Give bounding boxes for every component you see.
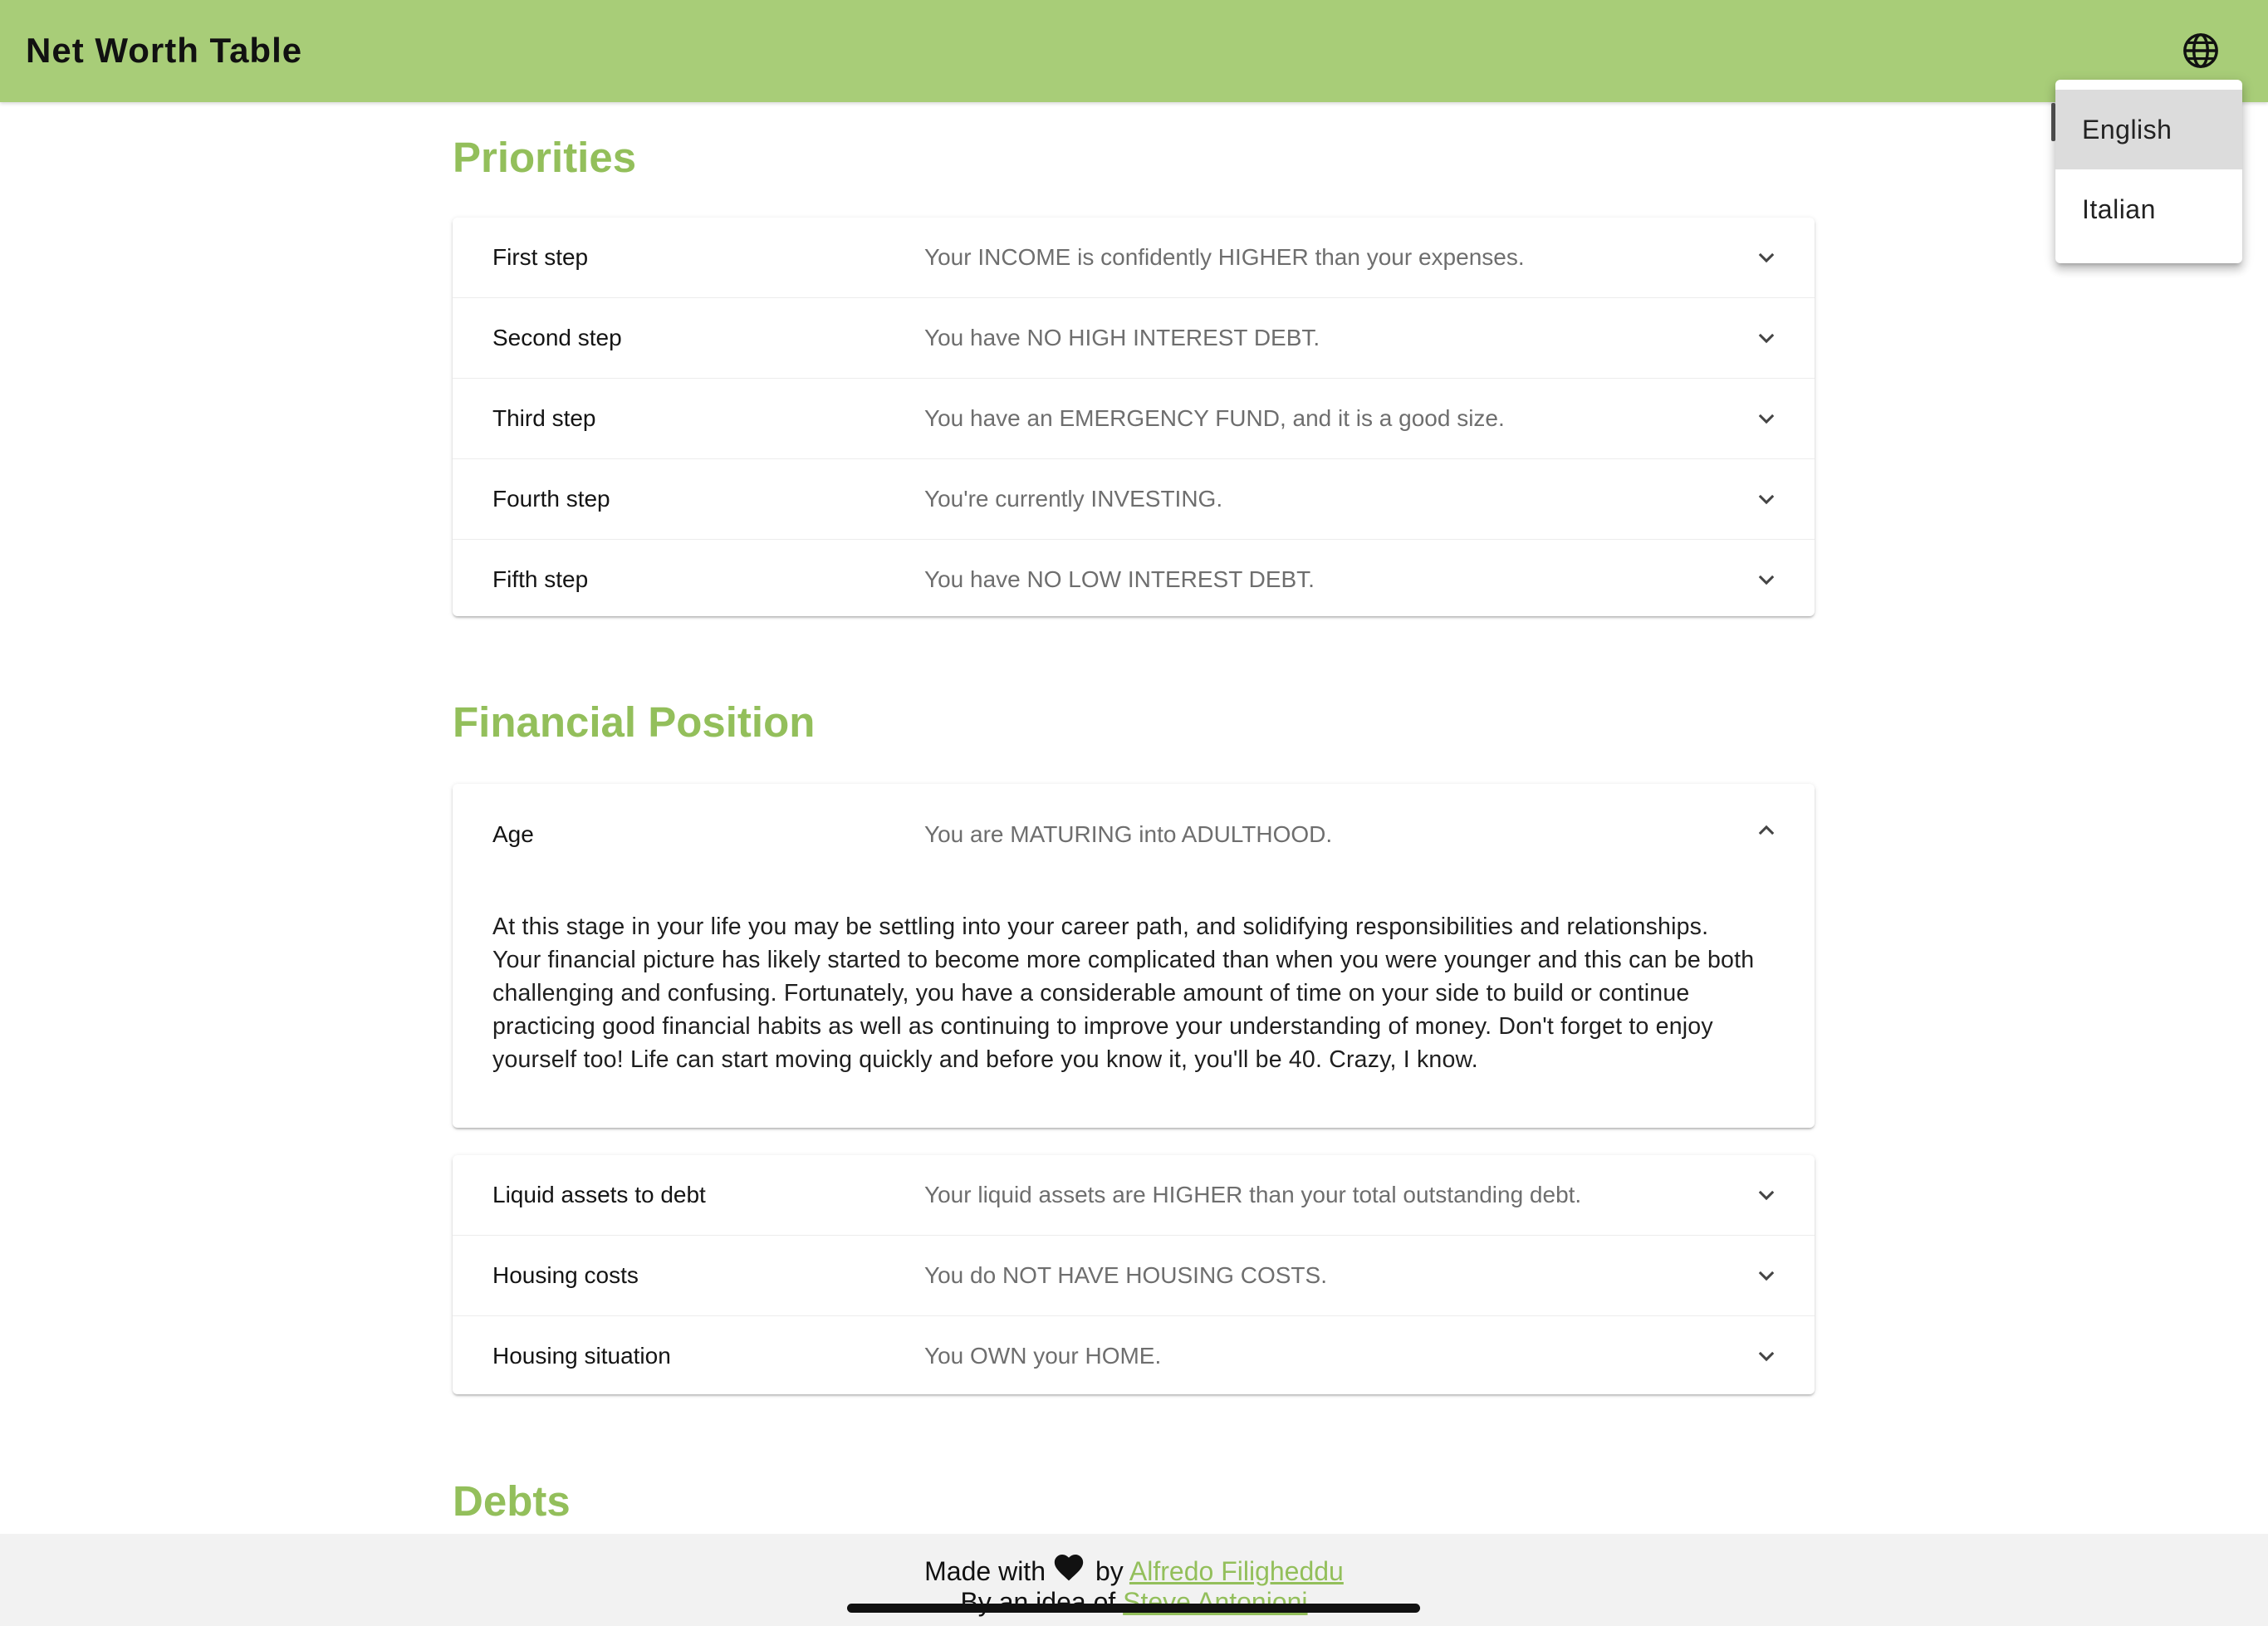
- row-value: You have NO HIGH INTEREST DEBT.: [924, 325, 1320, 350]
- age-description-line: At this stage in your life you may be se…: [492, 913, 1709, 940]
- expansion-row-fourth-step[interactable]: Fourth step You're currently INVESTING.: [453, 458, 1815, 539]
- home-indicator: [847, 1604, 1420, 1613]
- language-option-english[interactable]: English: [2055, 90, 2242, 169]
- expansion-row-third-step[interactable]: Third step You have an EMERGENCY FUND, a…: [453, 378, 1815, 458]
- age-description-line: practicing good financial habits as well…: [492, 1013, 1713, 1040]
- expansion-row-age[interactable]: Age You are MATURING into ADULTHOOD.: [453, 784, 1815, 885]
- age-description-line: challenging and confusing. Fortunately, …: [492, 980, 1690, 1006]
- footer-by: by: [1095, 1556, 1124, 1586]
- row-label: Third step: [492, 405, 596, 431]
- row-label: Housing costs: [492, 1262, 639, 1288]
- chevron-down-icon[interactable]: [1755, 487, 1778, 511]
- age-description: At this stage in your life you may be se…: [492, 910, 1780, 1076]
- row-label: Fifth step: [492, 566, 589, 592]
- section-title-financial-position: Financial Position: [453, 698, 816, 746]
- age-panel-expanded: Age You are MATURING into ADULTHOOD. At …: [453, 784, 1815, 1128]
- chevron-down-icon[interactable]: [1755, 326, 1778, 350]
- expansion-row-second-step[interactable]: Second step You have NO HIGH INTEREST DE…: [453, 297, 1815, 378]
- row-label: First step: [492, 244, 589, 270]
- section-title-priorities: Priorities: [453, 134, 637, 181]
- expansion-row-housing-situation[interactable]: Housing situation You OWN your HOME.: [453, 1315, 1815, 1396]
- footer-idea: By an idea of Steve Antonioni: [0, 1587, 2268, 1618]
- chevron-down-icon[interactable]: [1755, 1183, 1778, 1207]
- row-value: You're currently INVESTING.: [924, 486, 1223, 512]
- footer-made-with: Made with: [924, 1556, 1046, 1586]
- expansion-row-liquid-assets[interactable]: Liquid assets to debt Your liquid assets…: [453, 1155, 1815, 1235]
- expansion-row-housing-costs[interactable]: Housing costs You do NOT HAVE HOUSING CO…: [453, 1235, 1815, 1315]
- row-label: Fourth step: [492, 486, 610, 512]
- row-label: Age: [492, 821, 534, 847]
- row-value: You have NO LOW INTEREST DEBT.: [924, 566, 1315, 592]
- age-description-line: Your financial picture has likely starte…: [492, 947, 1755, 973]
- expansion-row-first-step[interactable]: First step Your INCOME is confidently HI…: [453, 218, 1815, 297]
- row-value: Your INCOME is confidently HIGHER than y…: [924, 244, 1525, 270]
- language-menu: English Italian: [2055, 80, 2242, 263]
- author-link[interactable]: Alfredo Filigheddu: [1129, 1556, 1344, 1586]
- chevron-down-icon[interactable]: [1755, 246, 1778, 269]
- app-title: Net Worth Table: [26, 31, 303, 70]
- row-value: You do NOT HAVE HOUSING COSTS.: [924, 1262, 1327, 1288]
- row-label: Liquid assets to debt: [492, 1182, 706, 1207]
- chevron-down-icon[interactable]: [1755, 407, 1778, 430]
- row-label: Housing situation: [492, 1343, 671, 1369]
- row-value: You are MATURING into ADULTHOOD.: [924, 821, 1333, 847]
- footer-credits: Made with by Alfredo Filigheddu: [0, 1552, 2268, 1587]
- row-value: You OWN your HOME.: [924, 1343, 1162, 1369]
- section-title-debts: Debts: [453, 1477, 571, 1525]
- app-bar: Net Worth Table: [0, 0, 2268, 102]
- heart-icon: [1054, 1554, 1084, 1581]
- row-value: You have an EMERGENCY FUND, and it is a …: [924, 405, 1505, 431]
- chevron-down-icon[interactable]: [1755, 568, 1778, 591]
- chevron-down-icon[interactable]: [1755, 1344, 1778, 1368]
- row-value: Your liquid assets are HIGHER than your …: [924, 1182, 1582, 1207]
- globe-icon[interactable]: [2182, 32, 2220, 70]
- financial-position-panel: Liquid assets to debt Your liquid assets…: [453, 1155, 1815, 1394]
- expansion-row-fifth-step[interactable]: Fifth step You have NO LOW INTEREST DEBT…: [453, 539, 1815, 620]
- language-option-italian[interactable]: Italian: [2055, 169, 2242, 249]
- priorities-panel: First step Your INCOME is confidently HI…: [453, 218, 1815, 616]
- row-label: Second step: [492, 325, 622, 350]
- chevron-up-icon[interactable]: [1755, 819, 1778, 842]
- chevron-down-icon[interactable]: [1755, 1264, 1778, 1287]
- age-description-line: yourself too! Life can start moving quic…: [492, 1046, 1478, 1073]
